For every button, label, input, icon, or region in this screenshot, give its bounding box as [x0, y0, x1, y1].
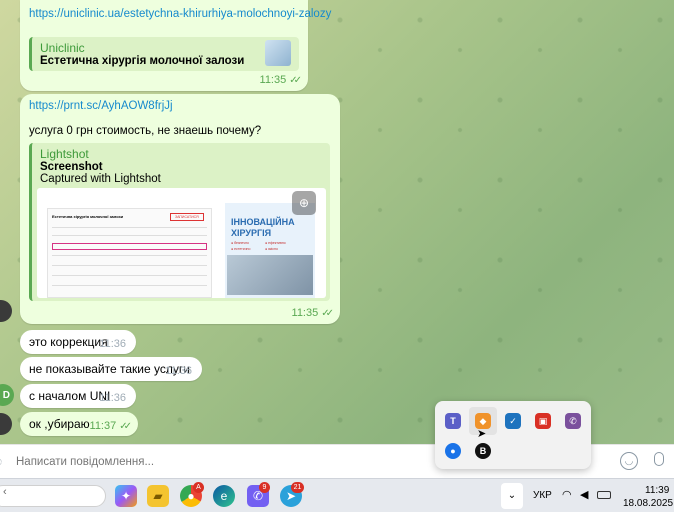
mouse-cursor-icon: ➤	[477, 428, 487, 440]
message-bubble-incoming[interactable]: не показывайте такие услуги 11:36	[20, 357, 202, 381]
viber-badge: 9	[259, 482, 270, 493]
bitwarden-icon[interactable]: B	[475, 443, 491, 459]
promo-tag: ● якісно	[265, 247, 278, 251]
preview-title: Естетична хірургія молочної залози	[40, 55, 245, 67]
screenshot-button: ЗАПИСАТИСЯ	[170, 213, 204, 221]
avatar[interactable]	[0, 300, 12, 322]
link-preview[interactable]: Lightshot Screenshot Captured with Light…	[29, 143, 330, 301]
message-bubble-incoming[interactable]: это коррекция 11:36	[20, 330, 136, 354]
language-indicator[interactable]: УКР	[533, 490, 552, 501]
double-check-icon: ✓✓	[119, 420, 132, 432]
message-bubble-incoming[interactable]: с началом UNI 11:36	[20, 384, 136, 408]
avatar[interactable]: D	[0, 384, 14, 406]
preview-site-name: Uniclinic	[40, 41, 85, 55]
preview-screenshot-image[interactable]: Естетична хірургія молочної залози ЗАПИС…	[37, 188, 326, 298]
teams-icon[interactable]: T	[445, 413, 461, 429]
message-text: с началом UNI	[29, 389, 111, 403]
message-time: 11:36	[165, 365, 192, 377]
chrome-badge: A	[193, 482, 204, 493]
copilot-icon[interactable]: ✦	[115, 485, 137, 507]
defender-shield-icon[interactable]: ✓	[505, 413, 521, 429]
wifi-icon[interactable]: ◠	[562, 488, 572, 501]
tray-overflow-popup: T ◆ ✓ ▣ ✆ ● B ➤	[435, 401, 591, 469]
screenshot-row	[52, 255, 207, 256]
chrome-update-icon[interactable]: ●	[445, 443, 461, 459]
chat-area[interactable]: https://uniclinic.ua/estetychna-khirurhi…	[0, 0, 674, 444]
promo-tag: ● безпечно	[231, 241, 249, 245]
screenshot-row	[52, 275, 207, 276]
promo-tag: ● ефективно	[265, 241, 286, 245]
screenshot-promo-banner: ІННОВАЦІЙНА ХІРУРГІЯ ● безпечно ● ефекти…	[225, 203, 315, 298]
promo-title-line-1: ІННОВАЦІЙНА	[231, 217, 295, 227]
screenshot-price-list: Естетична хірургія молочної залози ЗАПИС…	[47, 208, 212, 298]
anydesk-icon[interactable]: ▣	[535, 413, 551, 429]
message-time: 11:36	[99, 392, 126, 404]
battery-icon[interactable]	[597, 491, 611, 499]
promo-tag: ● естетично	[231, 247, 251, 251]
double-check-icon: ✓✓	[289, 74, 302, 86]
taskbar-search-box[interactable]: ‹	[0, 485, 106, 507]
message-link[interactable]: https://uniclinic.ua/estetychna-khirurhi…	[29, 8, 331, 20]
windows-taskbar: ‹ ✦ ▰ ● A e ✆ 9 ➤ 21 ⌄ УКР ◠ ◀ 11:39 18.…	[0, 478, 674, 512]
message-text: услуга 0 грн стоимость, не знаешь почему…	[29, 125, 262, 137]
preview-title: Screenshot	[40, 161, 103, 173]
message-link[interactable]: https://prnt.sc/AyhAOW8frjJj	[29, 100, 173, 112]
message-time: 11:35 ✓✓	[291, 307, 334, 319]
show-hidden-icons-button[interactable]: ⌄	[501, 483, 523, 509]
double-check-icon: ✓✓	[321, 307, 334, 319]
attach-icon[interactable]: ◌	[0, 453, 2, 469]
promo-photo	[227, 255, 313, 295]
message-time: 11:35 ✓✓	[259, 74, 302, 86]
emoji-icon[interactable]: ◡	[620, 452, 638, 470]
message-bubble-outgoing[interactable]: ок ,убираю 11:37 ✓✓	[20, 412, 138, 436]
preview-thumbnail	[265, 40, 291, 66]
screenshot-row	[52, 235, 207, 236]
promo-title-line-2: ХІРУРГІЯ	[231, 228, 272, 238]
edge-icon[interactable]: e	[213, 485, 235, 507]
screenshot-row-highlighted	[52, 243, 207, 250]
message-bubble-lightshot[interactable]: https://prnt.sc/AyhAOW8frjJj услуга 0 гр…	[20, 94, 340, 324]
message-time: 11:36	[99, 338, 126, 350]
clock-time[interactable]: 11:39	[645, 485, 669, 496]
message-text: ок ,убираю	[29, 417, 90, 431]
message-bubble-uniclinic[interactable]: https://uniclinic.ua/estetychna-khirurhi…	[20, 0, 331, 91]
screenshot-row	[52, 265, 207, 266]
volume-icon[interactable]: ◀	[580, 488, 588, 501]
clock-date[interactable]: 18.08.2025	[623, 498, 673, 509]
screenshot-row	[52, 285, 207, 286]
link-preview[interactable]: Uniclinic Естетична хірургія молочної за…	[29, 37, 299, 71]
viber-icon[interactable]: ✆	[565, 413, 581, 429]
preview-description: Captured with Lightshot	[40, 173, 161, 185]
screenshot-heading: Естетична хірургія молочної залози	[52, 214, 124, 219]
zoom-icon[interactable]: ⊕	[292, 191, 316, 215]
avatar[interactable]	[0, 413, 12, 435]
message-text: это коррекция	[29, 335, 108, 349]
screenshot-row	[52, 227, 207, 228]
message-time: 11:37 ✓✓	[89, 420, 132, 432]
microphone-icon[interactable]	[654, 452, 664, 466]
file-explorer-icon[interactable]: ▰	[147, 485, 169, 507]
telegram-badge: 21	[291, 482, 304, 493]
preview-site-name: Lightshot	[40, 147, 89, 161]
